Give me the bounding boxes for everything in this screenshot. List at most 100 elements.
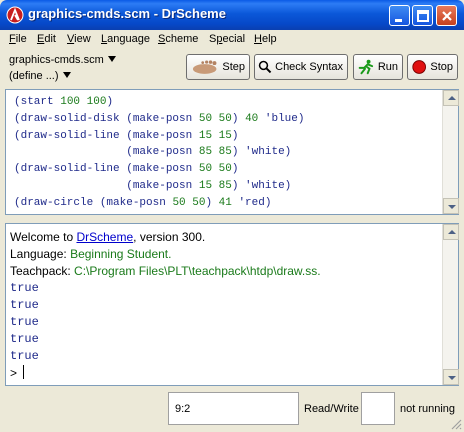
code-token: ) — [231, 112, 246, 125]
scroll-down-button[interactable] — [443, 198, 459, 214]
code-token: (draw-solid-line (make-posn — [14, 163, 199, 176]
code-token: (make-posn — [14, 179, 199, 192]
code-number: 40 — [245, 112, 259, 125]
step-button[interactable]: Step — [186, 54, 250, 80]
code-token: ) 'white) — [231, 146, 292, 159]
code-number: 15 15 — [198, 129, 232, 142]
interactions-scrollbar[interactable] — [442, 224, 459, 385]
code-number: 50 50 — [172, 196, 206, 209]
menu-language[interactable]: Language — [101, 33, 150, 45]
check-syntax-label: Check Syntax — [275, 61, 343, 73]
code-line: (draw-solid-line (make-posn 50 50) — [14, 161, 304, 178]
check-syntax-button[interactable]: Check Syntax — [254, 54, 348, 80]
code-token: (draw-solid-disk (make-posn — [14, 112, 199, 125]
maximize-button[interactable] — [412, 5, 433, 26]
code-line: (draw-solid-disk (make-posn 50 50) 40 'b… — [14, 111, 304, 128]
interactions-window[interactable]: Welcome to DrScheme, version 300. Langua… — [5, 223, 459, 386]
code-token: (start — [14, 96, 61, 108]
code-number: 85 85 — [198, 146, 232, 159]
run-button[interactable]: Run — [353, 54, 403, 80]
code-token: ) — [231, 129, 239, 142]
code-number: 15 85 — [198, 179, 232, 192]
define-menu[interactable]: (define ...) — [9, 70, 71, 82]
teachpack-line: Teachpack: C:\Program Files\PLT\teachpac… — [10, 264, 321, 278]
code-line: (make-posn 15 85) 'white) — [14, 178, 304, 195]
footprint-icon — [192, 60, 217, 74]
code-number: 100 100 — [60, 96, 107, 108]
magnifier-icon — [258, 60, 272, 74]
scroll-up-button[interactable] — [443, 224, 459, 240]
stop-button-label: Stop — [430, 61, 453, 73]
step-button-label: Step — [222, 61, 245, 73]
cursor-position-field: 9:2 — [168, 392, 299, 425]
arrow-down-icon — [448, 376, 456, 380]
menu-edit[interactable]: Edit — [37, 33, 56, 45]
run-button-label: Run — [377, 61, 398, 73]
chevron-down-icon — [107, 56, 116, 62]
minimize-button[interactable] — [389, 5, 410, 26]
code-number: 50 50 — [198, 163, 232, 176]
text-cursor — [23, 365, 25, 379]
stop-button[interactable]: Stop — [407, 54, 458, 80]
output-line: true — [10, 315, 39, 329]
code-token: ) — [106, 96, 114, 108]
stop-icon — [412, 60, 426, 74]
running-indicator — [361, 392, 395, 425]
output-line: true — [10, 332, 39, 346]
scroll-down-button[interactable] — [443, 369, 459, 385]
code-line: (start 100 100) — [14, 94, 304, 111]
code-token: ) — [205, 196, 219, 209]
code-line: (make-posn 85 85) 'white) — [14, 144, 304, 161]
close-button[interactable] — [436, 5, 457, 26]
definitions-code: (start 100 100) (draw-solid-disk (make-po… — [14, 94, 304, 212]
cursor-position-value: 9:2 — [175, 403, 191, 415]
window-title: graphics-cmds.scm - DrScheme — [28, 6, 226, 21]
close-icon — [442, 11, 452, 21]
read-write-status[interactable]: Read/Write — [304, 403, 359, 415]
pane-splitter[interactable] — [5, 217, 459, 222]
code-token: (draw-solid-line (make-posn — [14, 129, 199, 142]
interactions-text: Welcome to DrScheme, version 300. Langua… — [10, 229, 321, 382]
resize-grip-icon[interactable] — [450, 418, 462, 430]
menu-view[interactable]: View — [67, 33, 91, 45]
file-name-label: graphics-cmds.scm — [9, 54, 104, 66]
drscheme-link[interactable]: DrScheme — [76, 230, 133, 244]
menu-special[interactable]: Special — [209, 33, 245, 45]
code-token: ) 'white) — [231, 179, 292, 192]
menu-file[interactable]: File — [9, 33, 27, 45]
prompt-symbol: > — [10, 366, 18, 380]
title-bar[interactable]: graphics-cmds.scm - DrScheme — [0, 0, 464, 30]
minimize-icon — [395, 19, 402, 22]
arrow-down-icon — [448, 205, 456, 209]
chevron-down-icon — [62, 72, 71, 78]
arrow-up-icon — [448, 96, 456, 100]
code-token: 'blue) — [258, 112, 305, 125]
menu-bar: File Edit View Language Scheme Special H… — [0, 30, 464, 49]
code-token: (make-posn — [14, 146, 199, 159]
menu-help[interactable]: Help — [254, 33, 277, 45]
prompt-line[interactable]: > — [10, 365, 321, 382]
output-line: true — [10, 281, 39, 295]
running-status: not running — [400, 403, 456, 415]
file-name-menu[interactable]: graphics-cmds.scm — [9, 54, 116, 66]
definitions-scrollbar[interactable] — [442, 90, 459, 214]
scroll-up-button[interactable] — [443, 90, 459, 106]
drscheme-logo-icon — [6, 6, 24, 24]
output-line: true — [10, 298, 39, 312]
code-line: (draw-circle (make-posn 50 50) 41 'red) — [14, 195, 304, 212]
definitions-editor[interactable]: (start 100 100) (draw-solid-disk (make-po… — [5, 89, 459, 215]
code-line: (draw-solid-line (make-posn 15 15) — [14, 128, 304, 145]
code-token: ) — [231, 163, 239, 176]
code-number: 41 — [218, 196, 232, 209]
code-token: (draw-circle (make-posn — [14, 196, 173, 209]
running-man-icon — [358, 59, 374, 75]
code-token: 'red) — [231, 196, 272, 209]
toolbar: graphics-cmds.scm (define ...) Step Chec… — [0, 50, 464, 88]
arrow-up-icon — [448, 230, 456, 234]
language-line: Language: Beginning Student. — [10, 247, 172, 261]
code-number: 50 50 — [198, 112, 232, 125]
maximize-icon — [417, 10, 429, 22]
menu-scheme[interactable]: Scheme — [158, 33, 198, 45]
welcome-line: Welcome to DrScheme, version 300. — [10, 230, 206, 244]
define-menu-label: (define ...) — [9, 70, 59, 82]
